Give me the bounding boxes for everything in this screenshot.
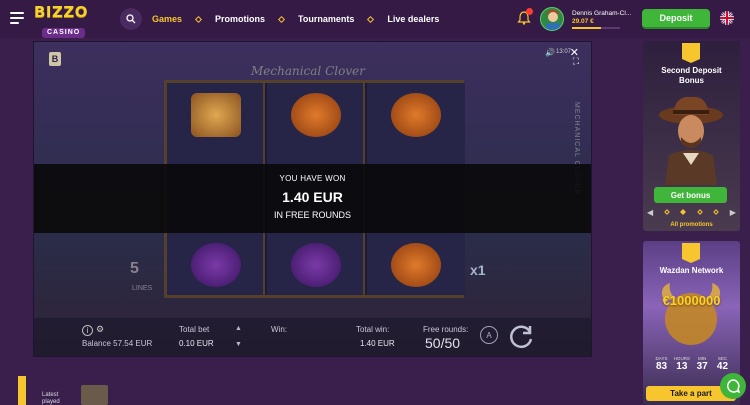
lines-label: LINES — [132, 285, 153, 292]
carousel-next-icon[interactable]: ▶ — [730, 208, 736, 217]
spin-icon — [510, 325, 533, 349]
search-button[interactable] — [120, 8, 142, 30]
game-clock: 13:07 — [555, 49, 571, 55]
user-avatar[interactable] — [540, 7, 564, 31]
promo-card-deposit-bonus[interactable]: Second Deposit Bonus Get bonus ◀ ▶ All p… — [643, 41, 740, 231]
promo-title-line2: Bonus — [679, 76, 704, 85]
game-frame[interactable]: B Mechanical Clover 🔊 13:07 ✕ ⛶ MECHANIC… — [33, 41, 592, 357]
nav-live-dealers[interactable]: Live dealers — [387, 14, 439, 24]
user-name[interactable]: Dennis Graham-Cl... — [572, 10, 632, 17]
autoplay-button[interactable]: A — [480, 326, 498, 344]
main-nav: Games Promotions Tournaments Live dealer… — [152, 0, 439, 38]
promo-title: Second Deposit Bonus — [643, 66, 740, 86]
plum-symbol — [291, 243, 341, 287]
countdown-seconds: SEC 42 — [714, 356, 731, 372]
carousel-prev-icon[interactable]: ◀ — [647, 208, 653, 217]
deposit-button[interactable]: Deposit — [642, 9, 710, 29]
megaphone-icon — [682, 43, 700, 63]
countdown-hours: HOURS 13 — [673, 356, 690, 372]
get-bonus-button[interactable]: Get bonus — [654, 187, 727, 203]
total-bet-value: 0.10 EUR — [179, 339, 214, 348]
game-control-bar: i ⚙ Balance 57.54 EUR Total bet 0.10 EUR… — [34, 318, 591, 356]
multiplier-badge: x1 — [470, 262, 486, 278]
spin-button[interactable] — [507, 322, 535, 350]
info-icon[interactable]: i — [82, 325, 93, 336]
logo[interactable]: BIZZO CASINO — [34, 3, 96, 38]
logo-text: BIZZO — [34, 3, 89, 21]
nav-separator-icon — [278, 15, 286, 23]
latest-played-line1: Latest — [42, 392, 59, 398]
buffalo-illustration — [662, 283, 720, 345]
bet-up-icon[interactable]: ▲ — [235, 325, 242, 332]
countdown-value: 37 — [696, 361, 708, 372]
win-amount: 1.40 EUR — [282, 189, 343, 205]
latest-game-thumbnail[interactable] — [81, 385, 108, 405]
latest-played-badge — [18, 376, 26, 405]
win-banner: YOU HAVE WON 1.40 EUR IN FREE ROUNDS — [34, 164, 591, 233]
game-title: Mechanical Clover — [251, 64, 365, 78]
orange-symbol — [291, 93, 341, 137]
user-balance: 29.07 € — [572, 18, 594, 25]
free-rounds-value: 50/50 — [425, 335, 461, 351]
countdown-value: 42 — [716, 361, 729, 372]
plum-symbol — [191, 243, 241, 287]
carousel-dot[interactable] — [712, 209, 719, 215]
bells-symbol — [191, 93, 241, 137]
carousel-dot[interactable] — [696, 209, 703, 215]
orange-symbol — [391, 93, 441, 137]
fullscreen-icon[interactable]: ⛶ — [573, 56, 579, 67]
countdown-value: 13 — [676, 361, 688, 372]
latest-played-label: Latest played — [42, 392, 60, 405]
search-icon — [126, 14, 136, 24]
carousel-dot[interactable] — [664, 209, 671, 215]
promo-carousel: ◀ ▶ — [647, 207, 736, 217]
lines-count: 5 — [130, 260, 139, 277]
volume-icon[interactable]: 🔊 — [545, 48, 555, 57]
notification-bell-icon[interactable] — [517, 8, 533, 25]
notification-dot — [526, 8, 533, 15]
bet-down-icon[interactable]: ▼ — [235, 341, 242, 348]
free-rounds-label: Free rounds: — [423, 325, 469, 334]
language-flag-icon[interactable] — [720, 11, 734, 25]
total-win-value: 1.40 EUR — [360, 339, 395, 348]
win-label: Win: — [271, 325, 287, 334]
total-bet-label: Total bet — [179, 325, 210, 334]
top-nav: BIZZO CASINO Games Promotions Tournament… — [0, 0, 750, 38]
countdown-timer: DAYS 83 HOURS 13 MIN 37 SEC 42 — [653, 356, 731, 372]
countdown-value: 83 — [655, 361, 668, 372]
chat-icon — [727, 379, 740, 393]
prize-pool: €1000000 — [662, 293, 721, 308]
cowboy-illustration — [659, 96, 723, 185]
balance-text: Balance 57.54 EUR — [82, 339, 153, 348]
gear-icon[interactable]: ⚙ — [96, 324, 104, 335]
carousel-dot-active[interactable] — [680, 209, 687, 215]
nav-games[interactable]: Games — [152, 14, 182, 24]
win-subtext: IN FREE ROUNDS — [273, 210, 351, 220]
nav-separator-icon — [367, 15, 375, 23]
logo-subtext: CASINO — [42, 28, 86, 38]
total-win-label: Total win: — [356, 325, 390, 334]
provider-logo: B — [49, 52, 61, 66]
win-heading: YOU HAVE WON — [279, 174, 346, 183]
nav-promotions[interactable]: Promotions — [215, 14, 265, 24]
countdown-minutes: MIN 37 — [694, 356, 711, 372]
tournament-title: Wazdan Network — [659, 266, 724, 275]
trophy-icon — [682, 243, 700, 263]
nav-tournaments[interactable]: Tournaments — [298, 14, 354, 24]
chat-button[interactable] — [720, 373, 746, 399]
level-progress-bar — [572, 27, 620, 29]
countdown-days: DAYS 83 — [653, 356, 670, 372]
promo-title-line1: Second Deposit — [661, 66, 722, 75]
nav-separator-icon — [194, 15, 203, 23]
latest-played-line2: played — [42, 399, 60, 405]
menu-icon[interactable] — [10, 12, 24, 24]
all-promotions-link[interactable]: All promotions — [643, 222, 740, 228]
orange-symbol — [391, 243, 441, 287]
